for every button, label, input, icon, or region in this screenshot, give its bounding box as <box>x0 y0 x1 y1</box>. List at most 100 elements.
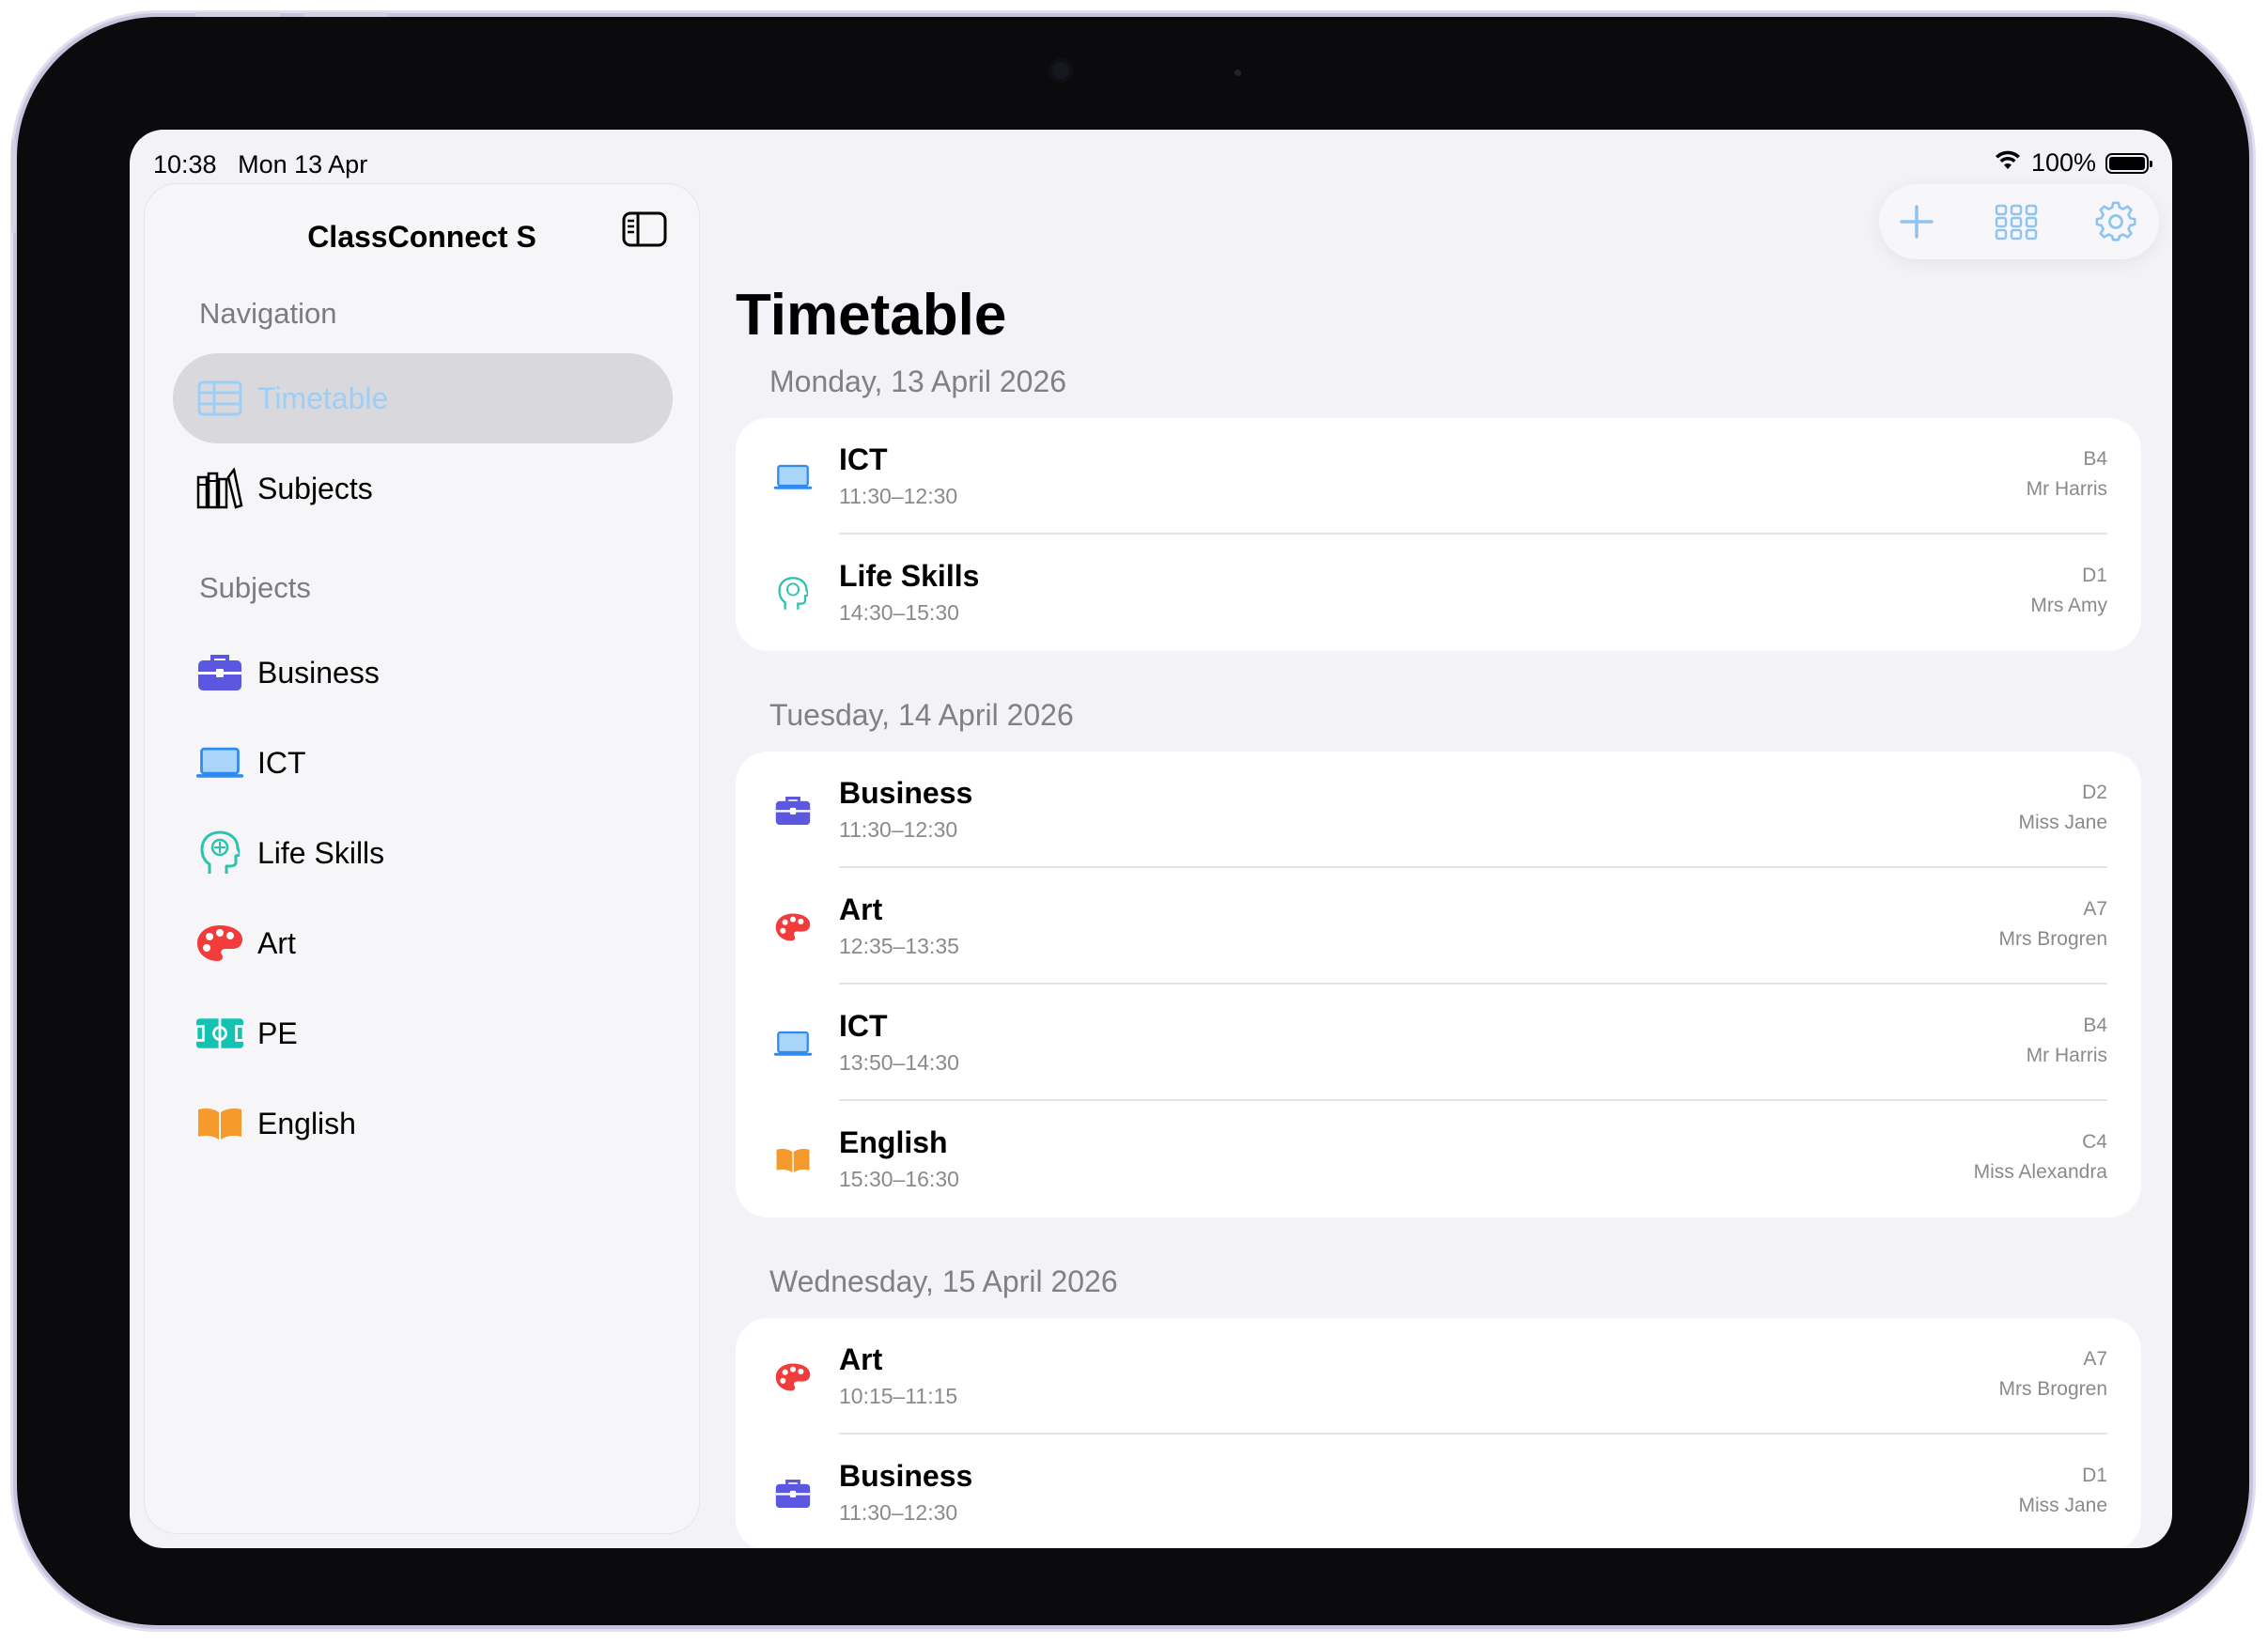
laptop-icon <box>771 1022 815 1065</box>
lesson-time: 11:30–12:30 <box>839 484 958 508</box>
volume-button <box>11 139 16 233</box>
lesson-time: 14:30–15:30 <box>839 600 959 625</box>
lesson-room: B4 <box>2083 448 2107 470</box>
lesson-room: B4 <box>2083 1015 2107 1036</box>
sidebar-item-business[interactable]: Business <box>173 628 673 718</box>
day-card: ICT 11:30–12:30 B4 Mr Harris Life Skills… <box>736 418 2141 651</box>
day-card: Art 10:15–11:15 A7 Mrs Brogren Business … <box>736 1318 2141 1548</box>
briefcase-icon <box>771 789 815 832</box>
sidebar-item-label: ICT <box>257 745 306 780</box>
sidebar-left-icon <box>622 211 667 247</box>
laptop-icon <box>195 738 244 787</box>
toolbar <box>1879 184 2159 259</box>
app-title: ClassConnect S <box>307 220 536 254</box>
lesson-teacher: Miss Jane <box>2018 812 2107 833</box>
palette-icon <box>195 919 244 968</box>
lesson-subject: English <box>839 1125 948 1159</box>
lesson-subject: Art <box>839 1342 883 1376</box>
settings-button[interactable] <box>2091 197 2140 246</box>
lesson-teacher: Miss Alexandra <box>1973 1161 2107 1183</box>
sidebar-item-label: Timetable <box>257 380 389 415</box>
lesson-teacher: Mr Harris <box>2026 478 2107 500</box>
grid-icon <box>1995 204 2038 240</box>
sidebar-toggle-button[interactable] <box>620 205 669 254</box>
sidebar-item-label: Subjects <box>257 471 373 505</box>
lesson-time: 11:30–12:30 <box>839 817 958 842</box>
briefcase-icon <box>771 1472 815 1515</box>
lesson-room: D1 <box>2082 1465 2107 1486</box>
sidebar-item-timetable[interactable]: Timetable <box>173 353 673 443</box>
navigation-heading: Navigation <box>199 297 337 330</box>
sidebar-item-label: English <box>257 1106 356 1140</box>
day-header: Wednesday, 15 April 2026 <box>769 1264 1118 1298</box>
day-header: Tuesday, 14 April 2026 <box>769 698 1074 732</box>
briefcase-icon <box>195 648 244 697</box>
sidebar-item-label: PE <box>257 1016 298 1050</box>
lesson-teacher: Mrs Brogren <box>1998 1378 2107 1400</box>
status-bar: 10:38 Mon 13 Apr 100% <box>153 139 2152 184</box>
ambient-sensor <box>1235 70 1241 76</box>
ipad-frame: 10:38 Mon 13 Apr 100% ClassConnect S Nav… <box>11 12 2249 1625</box>
clock: 10:38 <box>153 150 217 178</box>
pitch-icon <box>195 1009 244 1058</box>
lesson-subject: Art <box>839 892 883 926</box>
lesson-row[interactable]: Business 11:30–12:30 D1 Miss Jane <box>736 1435 2141 1548</box>
lesson-subject: ICT <box>839 1009 888 1043</box>
lesson-subject: ICT <box>839 442 888 476</box>
head-brain-icon <box>195 829 244 877</box>
lesson-time: 10:15–11:15 <box>839 1384 958 1408</box>
lesson-row[interactable]: Art 12:35–13:35 A7 Mrs Brogren <box>736 868 2141 985</box>
date: Mon 13 Apr <box>238 150 368 178</box>
lesson-teacher: Mrs Amy <box>2030 595 2107 616</box>
lesson-row[interactable]: Art 10:15–11:15 A7 Mrs Brogren <box>736 1318 2141 1435</box>
top-button <box>303 12 388 17</box>
sidebar-item-label: Business <box>257 655 380 690</box>
sidebar-item-life-skills[interactable]: Life Skills <box>173 808 673 898</box>
sidebar-item-ict[interactable]: ICT <box>173 718 673 808</box>
lesson-row[interactable]: ICT 13:50–14:30 B4 Mr Harris <box>736 985 2141 1101</box>
add-button[interactable] <box>1892 197 1941 246</box>
status-right: 100% <box>1994 148 2152 178</box>
lesson-time: 13:50–14:30 <box>839 1050 959 1075</box>
plus-icon <box>1900 205 1934 239</box>
lesson-room: A7 <box>2083 1348 2107 1370</box>
lesson-time: 12:35–13:35 <box>839 934 959 958</box>
wifi-icon <box>1994 148 2022 178</box>
sidebar-item-art[interactable]: Art <box>173 898 673 988</box>
sidebar-item-pe[interactable]: PE <box>173 988 673 1078</box>
lesson-row[interactable]: English 15:30–16:30 C4 Miss Alexandra <box>736 1101 2141 1217</box>
battery-percent: 100% <box>2030 148 2096 177</box>
lesson-room: C4 <box>2082 1131 2107 1153</box>
books-icon <box>195 464 244 513</box>
lesson-teacher: Mrs Brogren <box>1998 928 2107 950</box>
subjects-heading: Subjects <box>199 571 311 604</box>
screen: 10:38 Mon 13 Apr 100% ClassConnect S Nav… <box>130 130 2172 1548</box>
battery-icon <box>2105 152 2152 174</box>
lesson-row[interactable]: ICT 11:30–12:30 B4 Mr Harris <box>736 418 2141 535</box>
page-title: Timetable <box>736 283 1007 348</box>
lesson-room: D1 <box>2082 565 2107 586</box>
timetable-list: Monday, 13 April 2026 ICT 11:30–12:30 B4… <box>736 346 2141 1548</box>
day-header: Monday, 13 April 2026 <box>769 364 1067 398</box>
sidebar-item-subjects[interactable]: Subjects <box>173 443 673 534</box>
lesson-row[interactable]: Business 11:30–12:30 D2 Miss Jane <box>736 752 2141 868</box>
lesson-teacher: Mr Harris <box>2026 1045 2107 1066</box>
table-icon <box>195 374 244 423</box>
lesson-teacher: Miss Jane <box>2018 1495 2107 1516</box>
gear-icon <box>2095 201 2136 241</box>
front-camera <box>1049 58 1073 83</box>
lesson-time: 11:30–12:30 <box>839 1500 958 1525</box>
lesson-room: A7 <box>2083 898 2107 920</box>
palette-icon <box>771 906 815 949</box>
top-button <box>195 12 280 17</box>
lesson-row[interactable]: Life Skills 14:30–15:30 D1 Mrs Amy <box>736 535 2141 651</box>
lesson-subject: Life Skills <box>839 559 980 593</box>
sidebar-item-english[interactable]: English <box>173 1078 673 1169</box>
sidebar-item-label: Life Skills <box>257 835 385 870</box>
open-book-icon <box>195 1099 244 1148</box>
open-book-icon <box>771 1139 815 1182</box>
status-time: 10:38 Mon 13 Apr <box>153 150 367 179</box>
lesson-time: 15:30–16:30 <box>839 1167 959 1191</box>
lesson-subject: Business <box>839 1459 973 1493</box>
grid-view-button[interactable] <box>1992 197 2041 246</box>
